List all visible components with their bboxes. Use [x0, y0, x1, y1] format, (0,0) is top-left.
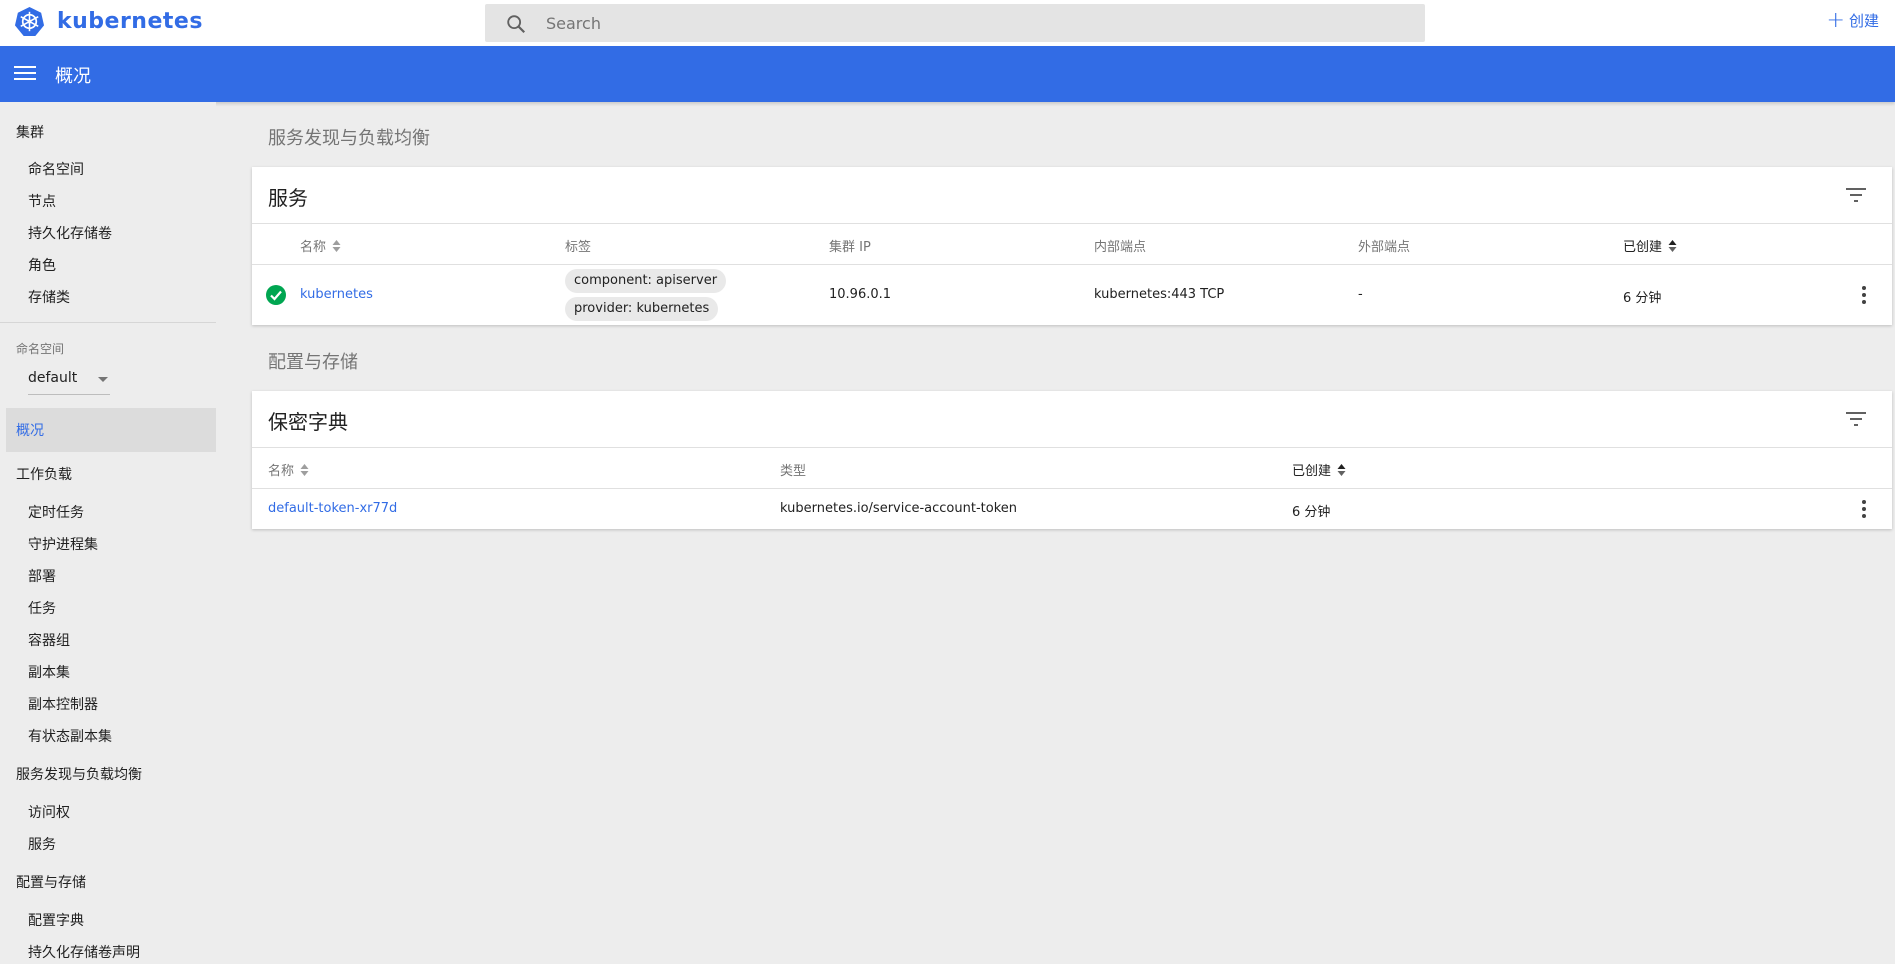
- secrets-card-title: 保密字典: [268, 410, 348, 434]
- column-header-name[interactable]: 名称: [300, 236, 341, 255]
- sidebar-item-persistent-volumes[interactable]: 持久化存储卷: [28, 223, 112, 243]
- table-row: kubernetes component: apiserver provider…: [252, 265, 1892, 325]
- sidebar-item-jobs[interactable]: 任务: [28, 598, 56, 618]
- sort-icon: [1668, 239, 1677, 252]
- sidebar-item-namespaces[interactable]: 命名空间: [28, 159, 84, 179]
- services-card-header: 服务: [252, 167, 1892, 224]
- column-header-external-endpoints: 外部端点: [1358, 240, 1411, 255]
- section-title-config: 配置与存储: [268, 352, 358, 373]
- sidebar-item-overview-label: 概况: [16, 423, 44, 439]
- kubernetes-logo-icon[interactable]: [14, 6, 45, 37]
- sidebar-item-daemonsets[interactable]: 守护进程集: [28, 534, 98, 554]
- sidebar-item-ingresses[interactable]: 访问权: [28, 802, 70, 822]
- sort-icon: [300, 463, 309, 476]
- secrets-table-header: 名称 类型 已创建: [252, 448, 1892, 489]
- sidebar-item-pvcs[interactable]: 持久化存储卷声明: [28, 942, 140, 962]
- internal-endpoint-value: kubernetes:443 TCP: [1094, 287, 1225, 302]
- sort-icon: [332, 239, 341, 252]
- dropdown-caret-icon: [98, 377, 108, 382]
- more-vert-icon[interactable]: [1862, 500, 1866, 518]
- services-table-header: 名称 标签 集群 IP 内部端点 外部端点 已创建: [252, 224, 1892, 265]
- sidebar-group-discovery[interactable]: 服务发现与负载均衡: [16, 764, 142, 784]
- search-input[interactable]: Search: [485, 4, 1425, 42]
- namespace-value: default: [28, 370, 78, 386]
- cluster-ip-value: 10.96.0.1: [829, 287, 892, 302]
- secrets-card-header: 保密字典: [252, 391, 1892, 448]
- sidebar-item-roles[interactable]: 角色: [28, 255, 56, 275]
- services-card: 服务 名称 标签 集群 IP 内部端点 外部端点 已创建 kubernetes …: [252, 167, 1892, 325]
- external-endpoint-value: -: [1358, 287, 1363, 302]
- column-header-name[interactable]: 名称: [268, 460, 309, 479]
- column-header-created[interactable]: 已创建: [1623, 236, 1677, 255]
- plus-icon: +: [1826, 7, 1845, 33]
- sidebar-item-cronjobs[interactable]: 定时任务: [28, 502, 84, 522]
- sidebar: 集群 命名空间 节点 持久化存储卷 角色 存储类 命名空间 default 概况…: [0, 102, 216, 964]
- services-card-title: 服务: [268, 186, 308, 210]
- sidebar-item-replication-controllers[interactable]: 副本控制器: [28, 694, 98, 714]
- sidebar-group-config[interactable]: 配置与存储: [16, 872, 86, 892]
- namespace-select[interactable]: default: [28, 366, 110, 395]
- table-row: default-token-xr77d kubernetes.io/servic…: [252, 489, 1892, 529]
- page-title: 概况: [55, 66, 91, 87]
- title-bar: 概况: [0, 46, 1895, 102]
- sidebar-item-statefulsets[interactable]: 有状态副本集: [28, 726, 112, 746]
- sidebar-item-nodes[interactable]: 节点: [28, 191, 56, 211]
- search-icon: [507, 15, 526, 34]
- column-header-created[interactable]: 已创建: [1292, 460, 1346, 479]
- sort-icon: [1337, 463, 1346, 476]
- sidebar-item-overview[interactable]: 概况: [6, 408, 216, 452]
- sidebar-item-services[interactable]: 服务: [28, 834, 56, 854]
- label-chip: component: apiserver: [565, 269, 727, 293]
- filter-icon[interactable]: [1846, 411, 1866, 427]
- secret-type-value: kubernetes.io/service-account-token: [780, 501, 1018, 516]
- top-bar: kubernetes Search + 创建: [0, 0, 1895, 46]
- search-placeholder: Search: [546, 14, 601, 33]
- create-label: 创建: [1848, 12, 1879, 30]
- section-title-discovery: 服务发现与负载均衡: [268, 128, 430, 149]
- column-header-cluster-ip: 集群 IP: [829, 240, 871, 255]
- sidebar-divider: [0, 322, 216, 323]
- create-button[interactable]: + 创建: [1826, 7, 1879, 33]
- secret-name-link[interactable]: default-token-xr77d: [268, 501, 397, 516]
- created-value: 6 分钟: [1292, 505, 1331, 520]
- sidebar-item-storage-classes[interactable]: 存储类: [28, 287, 70, 307]
- sidebar-group-workloads[interactable]: 工作负载: [16, 464, 72, 484]
- label-chip: provider: kubernetes: [565, 297, 719, 321]
- service-name-link[interactable]: kubernetes: [300, 287, 373, 302]
- hamburger-menu-icon[interactable]: [14, 64, 36, 82]
- sidebar-item-replicasets[interactable]: 副本集: [28, 662, 70, 682]
- created-value: 6 分钟: [1623, 291, 1662, 306]
- column-header-type: 类型: [780, 464, 807, 479]
- more-vert-icon[interactable]: [1862, 286, 1866, 304]
- secrets-card: 保密字典 名称 类型 已创建 default-token-xr77d kuber…: [252, 391, 1892, 529]
- brand-name[interactable]: kubernetes: [57, 9, 203, 34]
- sidebar-item-configmaps[interactable]: 配置字典: [28, 910, 84, 930]
- sidebar-item-pods[interactable]: 容器组: [28, 630, 70, 650]
- check-circle-icon: [266, 285, 286, 305]
- namespace-label: 命名空间: [16, 342, 65, 356]
- column-header-labels: 标签: [565, 240, 592, 255]
- filter-icon[interactable]: [1846, 187, 1866, 203]
- sidebar-group-cluster[interactable]: 集群: [16, 122, 44, 142]
- sidebar-item-deployments[interactable]: 部署: [28, 566, 56, 586]
- column-header-internal-endpoints: 内部端点: [1094, 240, 1147, 255]
